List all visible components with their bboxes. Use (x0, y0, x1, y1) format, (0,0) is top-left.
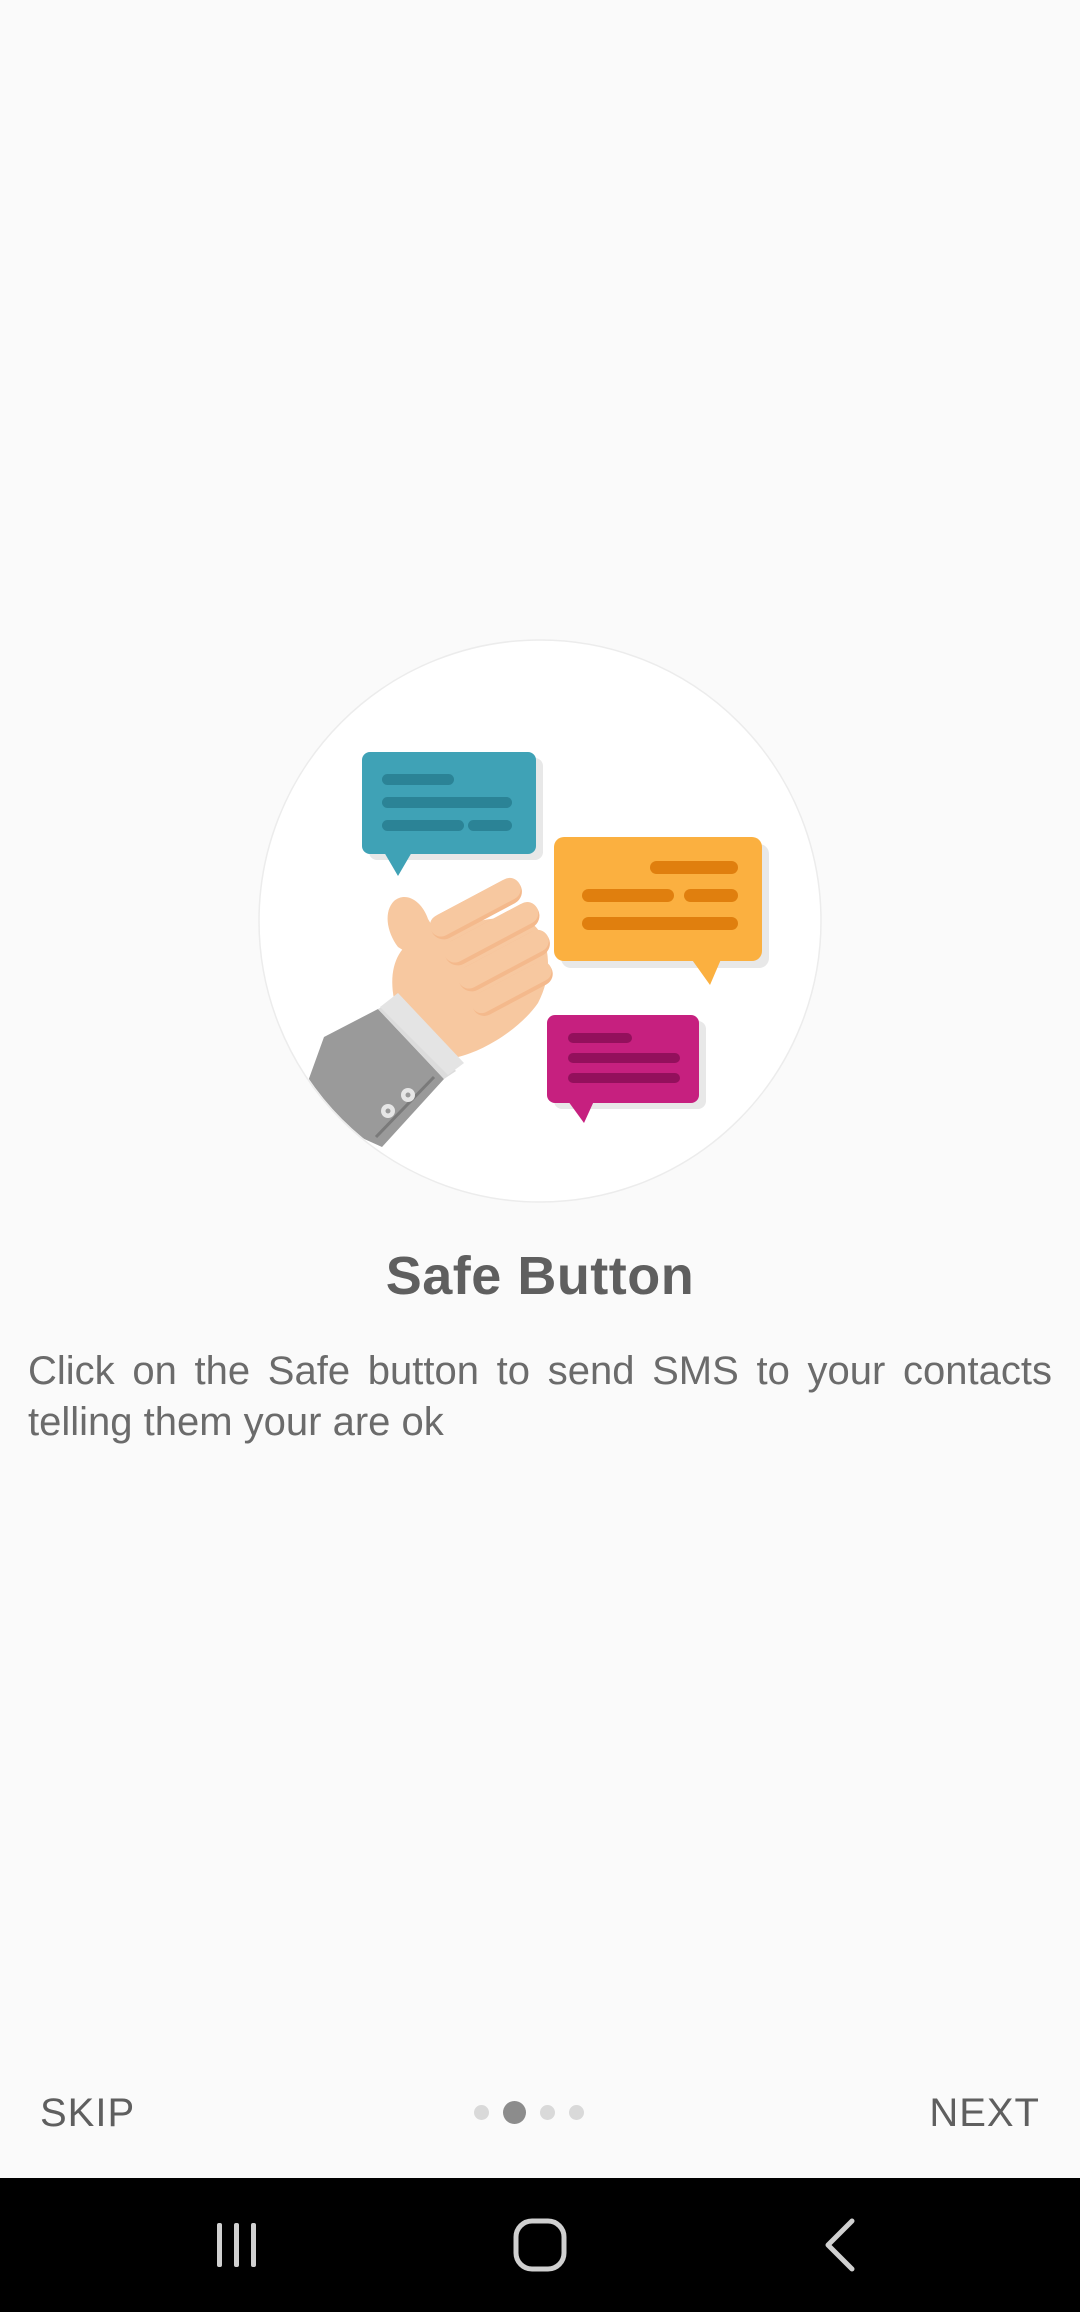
page-indicator-dot-1 (474, 2105, 489, 2120)
orange-chat-bubble-icon (554, 837, 769, 985)
thumbs-up-chat-illustration (258, 639, 822, 1203)
skip-button[interactable]: SKIP (10, 2070, 165, 2156)
page-indicator (474, 2101, 598, 2124)
next-button[interactable]: NEXT (899, 2070, 1070, 2156)
system-navigation-bar (0, 2178, 1080, 2312)
back-icon (825, 2218, 855, 2272)
recents-button[interactable] (157, 2178, 317, 2312)
recents-icon (217, 2223, 256, 2267)
page-indicator-dot-4 (569, 2105, 584, 2120)
page-title: Safe Button (385, 1246, 695, 1306)
back-button[interactable] (762, 2178, 922, 2312)
home-button[interactable] (460, 2178, 620, 2312)
magenta-chat-bubble-icon (547, 1015, 706, 1123)
home-icon (513, 2218, 567, 2272)
illustration-graphic (258, 639, 822, 1203)
page-indicator-dot-2-active (503, 2101, 526, 2124)
page-description: Click on the Safe button to send SMS to … (28, 1349, 1052, 1444)
onboarding-screen: Safe Button Click on the Safe button to … (0, 0, 1080, 2312)
teal-chat-bubble-icon (362, 752, 543, 876)
page-indicator-dot-3 (540, 2105, 555, 2120)
